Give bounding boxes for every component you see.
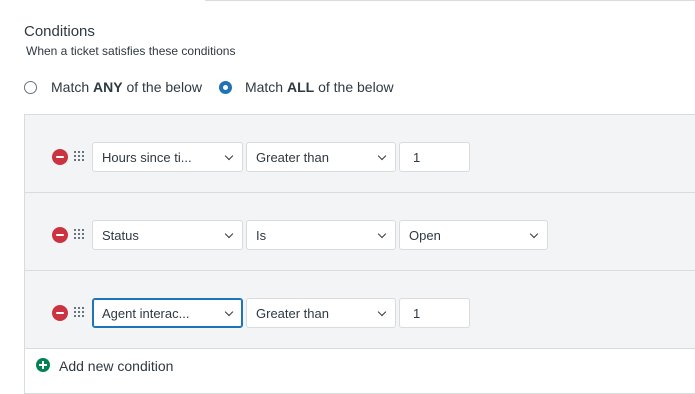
condition-field-value: Status [102, 227, 139, 243]
match-all-radio[interactable] [218, 80, 232, 94]
match-all-label: Match ALL of the below [244, 79, 394, 95]
chevron-down-icon [377, 151, 387, 161]
section-subtitle: When a ticket satisfies these conditions [26, 44, 236, 58]
chevron-down-icon [224, 229, 234, 239]
condition-operator-select[interactable]: Greater than [246, 298, 396, 328]
chevron-down-icon [224, 151, 234, 161]
remove-condition-icon[interactable] [52, 305, 68, 321]
match-all-option[interactable]: Match ALL of the below [218, 79, 394, 95]
remove-condition-icon[interactable] [52, 227, 68, 243]
condition-value-select[interactable]: Open [399, 220, 548, 250]
condition-field-select[interactable]: Agent interac... [92, 298, 243, 328]
add-condition-button[interactable]: Add new condition [25, 349, 695, 389]
condition-field-select[interactable]: Status [92, 220, 243, 250]
match-any-option[interactable]: Match ANY of the below [24, 79, 202, 95]
condition-operator-select[interactable]: Is [246, 220, 396, 250]
condition-value-input[interactable]: 1 [399, 298, 470, 328]
conditions-panel: Hours since ti... Greater than 1 Status … [24, 114, 695, 394]
drag-handle-icon[interactable] [74, 151, 84, 161]
chevron-down-icon [529, 229, 539, 239]
chevron-down-icon [224, 307, 234, 317]
condition-field-select[interactable]: Hours since ti... [92, 142, 243, 172]
plus-circle-icon [36, 358, 50, 372]
match-any-radio[interactable] [24, 80, 37, 94]
condition-value-text: 1 [413, 149, 421, 165]
condition-field-value: Hours since ti... [102, 149, 192, 165]
chevron-down-icon [377, 307, 387, 317]
chevron-down-icon [377, 229, 387, 239]
condition-row: Status Is Open [25, 193, 695, 271]
condition-operator-select[interactable]: Greater than [246, 142, 396, 172]
condition-row: Agent interac... Greater than 1 [25, 271, 695, 349]
condition-operator-value: Is [256, 227, 267, 243]
add-condition-label: Add new condition [59, 358, 174, 374]
top-divider [205, 0, 695, 1]
section-title: Conditions [24, 23, 95, 40]
drag-handle-icon[interactable] [74, 307, 84, 317]
match-mode-group: Match ANY of the below Match ALL of the … [24, 78, 394, 96]
remove-condition-icon[interactable] [52, 149, 68, 165]
condition-value-text: Open [409, 227, 441, 243]
drag-handle-icon[interactable] [74, 229, 84, 239]
condition-operator-value: Greater than [256, 149, 329, 165]
condition-field-value: Agent interac... [102, 305, 190, 321]
condition-value-input[interactable]: 1 [399, 142, 470, 172]
condition-value-text: 1 [413, 305, 421, 321]
condition-operator-value: Greater than [256, 305, 329, 321]
match-any-label: Match ANY of the below [51, 79, 202, 95]
condition-row: Hours since ti... Greater than 1 [25, 115, 695, 193]
